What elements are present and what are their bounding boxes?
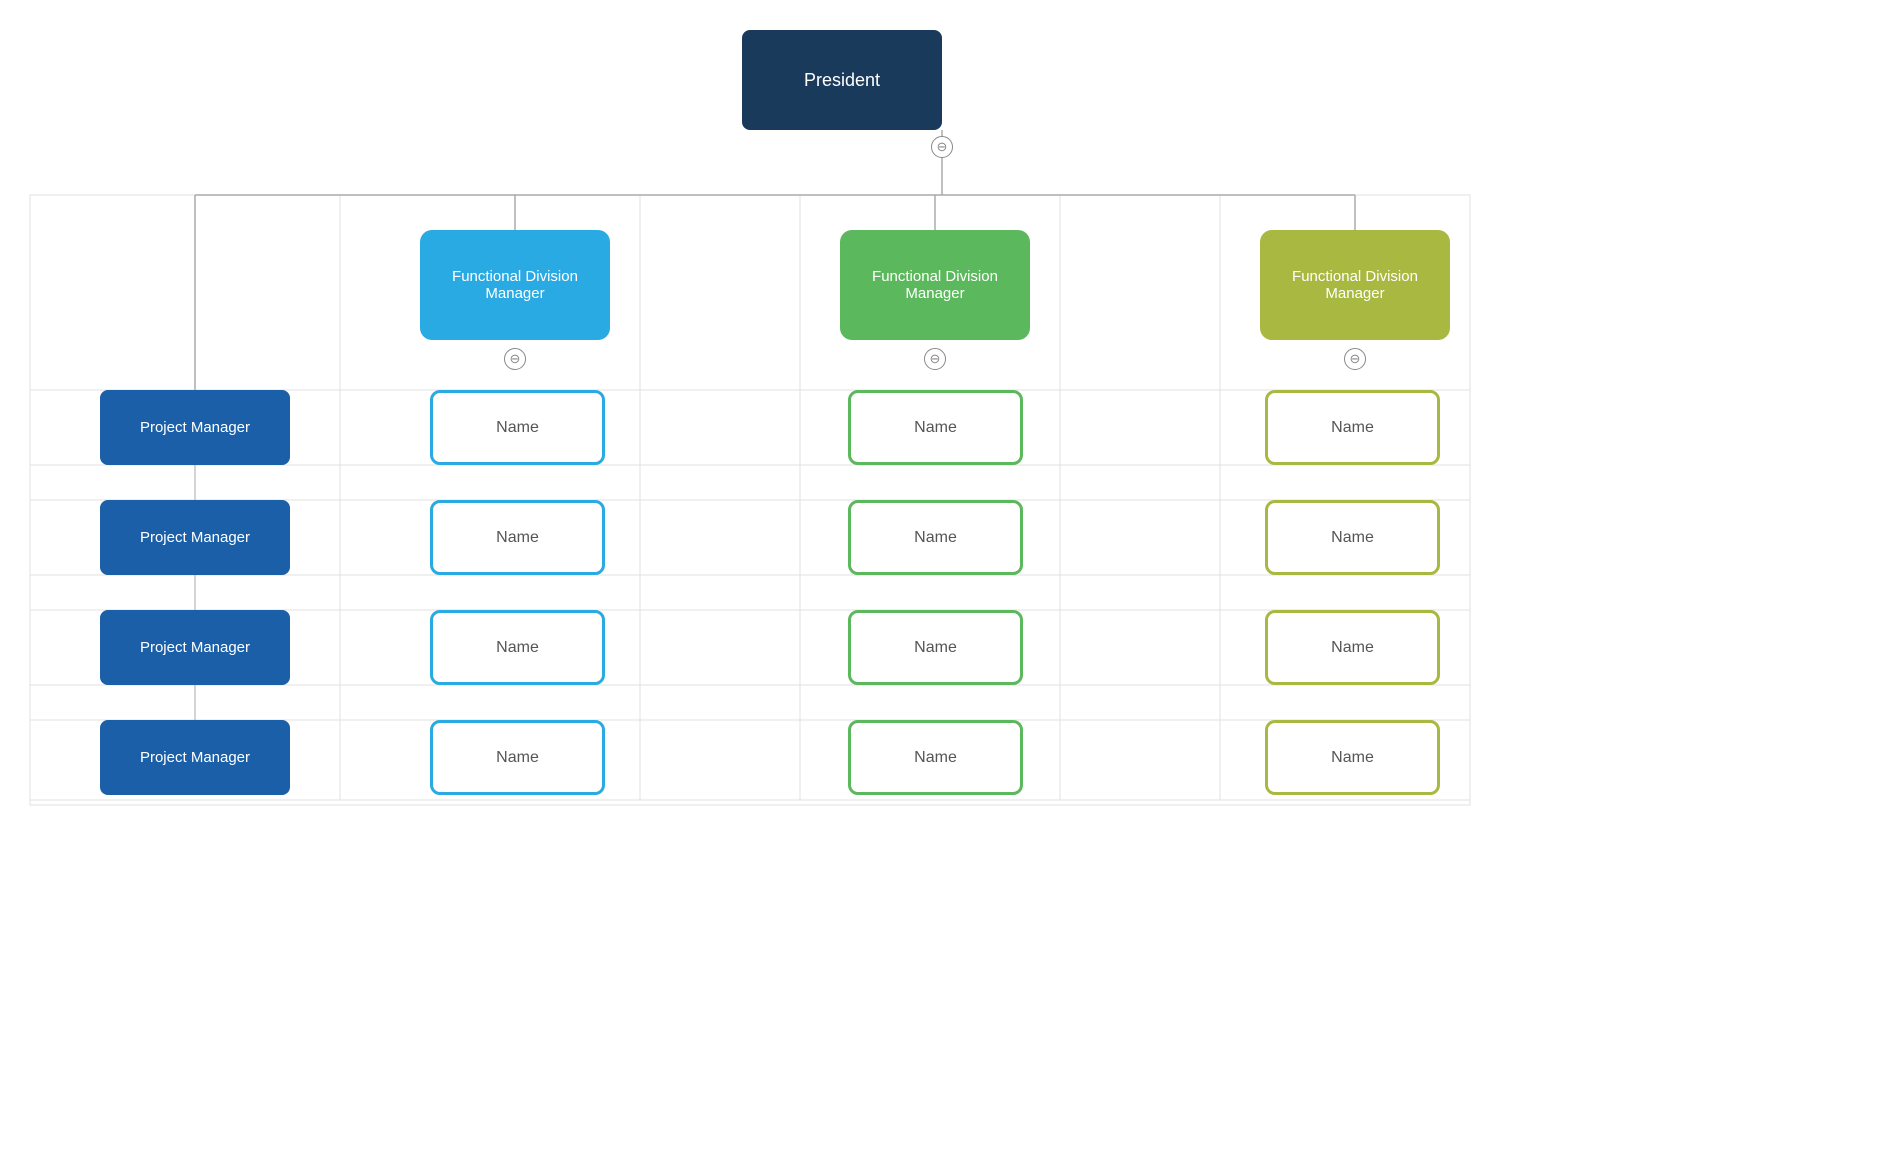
collapse-fdm-green-icon[interactable]: ⊖ — [924, 348, 946, 370]
collapse-president-icon[interactable]: ⊖ — [931, 136, 953, 158]
name-node-green-1[interactable]: Name — [848, 390, 1023, 465]
name-node-green-4[interactable]: Name — [848, 720, 1023, 795]
name-node-blue-3[interactable]: Name — [430, 610, 605, 685]
grid-lines — [0, 0, 1884, 1158]
collapse-fdm-blue-icon[interactable]: ⊖ — [504, 348, 526, 370]
name-node-yellow-2[interactable]: Name — [1265, 500, 1440, 575]
pm-node-3[interactable]: Project Manager — [100, 610, 290, 685]
name-node-blue-2[interactable]: Name — [430, 500, 605, 575]
pm-node-1[interactable]: Project Manager — [100, 390, 290, 465]
name-node-green-3[interactable]: Name — [848, 610, 1023, 685]
name-node-yellow-1[interactable]: Name — [1265, 390, 1440, 465]
connector-lines — [0, 0, 1884, 1158]
fdm-node-green[interactable]: Functional Division Manager — [840, 230, 1030, 340]
name-node-blue-1[interactable]: Name — [430, 390, 605, 465]
name-node-yellow-3[interactable]: Name — [1265, 610, 1440, 685]
org-chart: President ⊖ Functional Division Manager … — [0, 0, 1884, 1158]
pm-node-4[interactable]: Project Manager — [100, 720, 290, 795]
name-node-yellow-4[interactable]: Name — [1265, 720, 1440, 795]
pm-node-2[interactable]: Project Manager — [100, 500, 290, 575]
name-node-green-2[interactable]: Name — [848, 500, 1023, 575]
name-node-blue-4[interactable]: Name — [430, 720, 605, 795]
fdm-node-blue[interactable]: Functional Division Manager — [420, 230, 610, 340]
fdm-node-yellow[interactable]: Functional Division Manager — [1260, 230, 1450, 340]
collapse-fdm-yellow-icon[interactable]: ⊖ — [1344, 348, 1366, 370]
president-node[interactable]: President — [742, 30, 942, 130]
